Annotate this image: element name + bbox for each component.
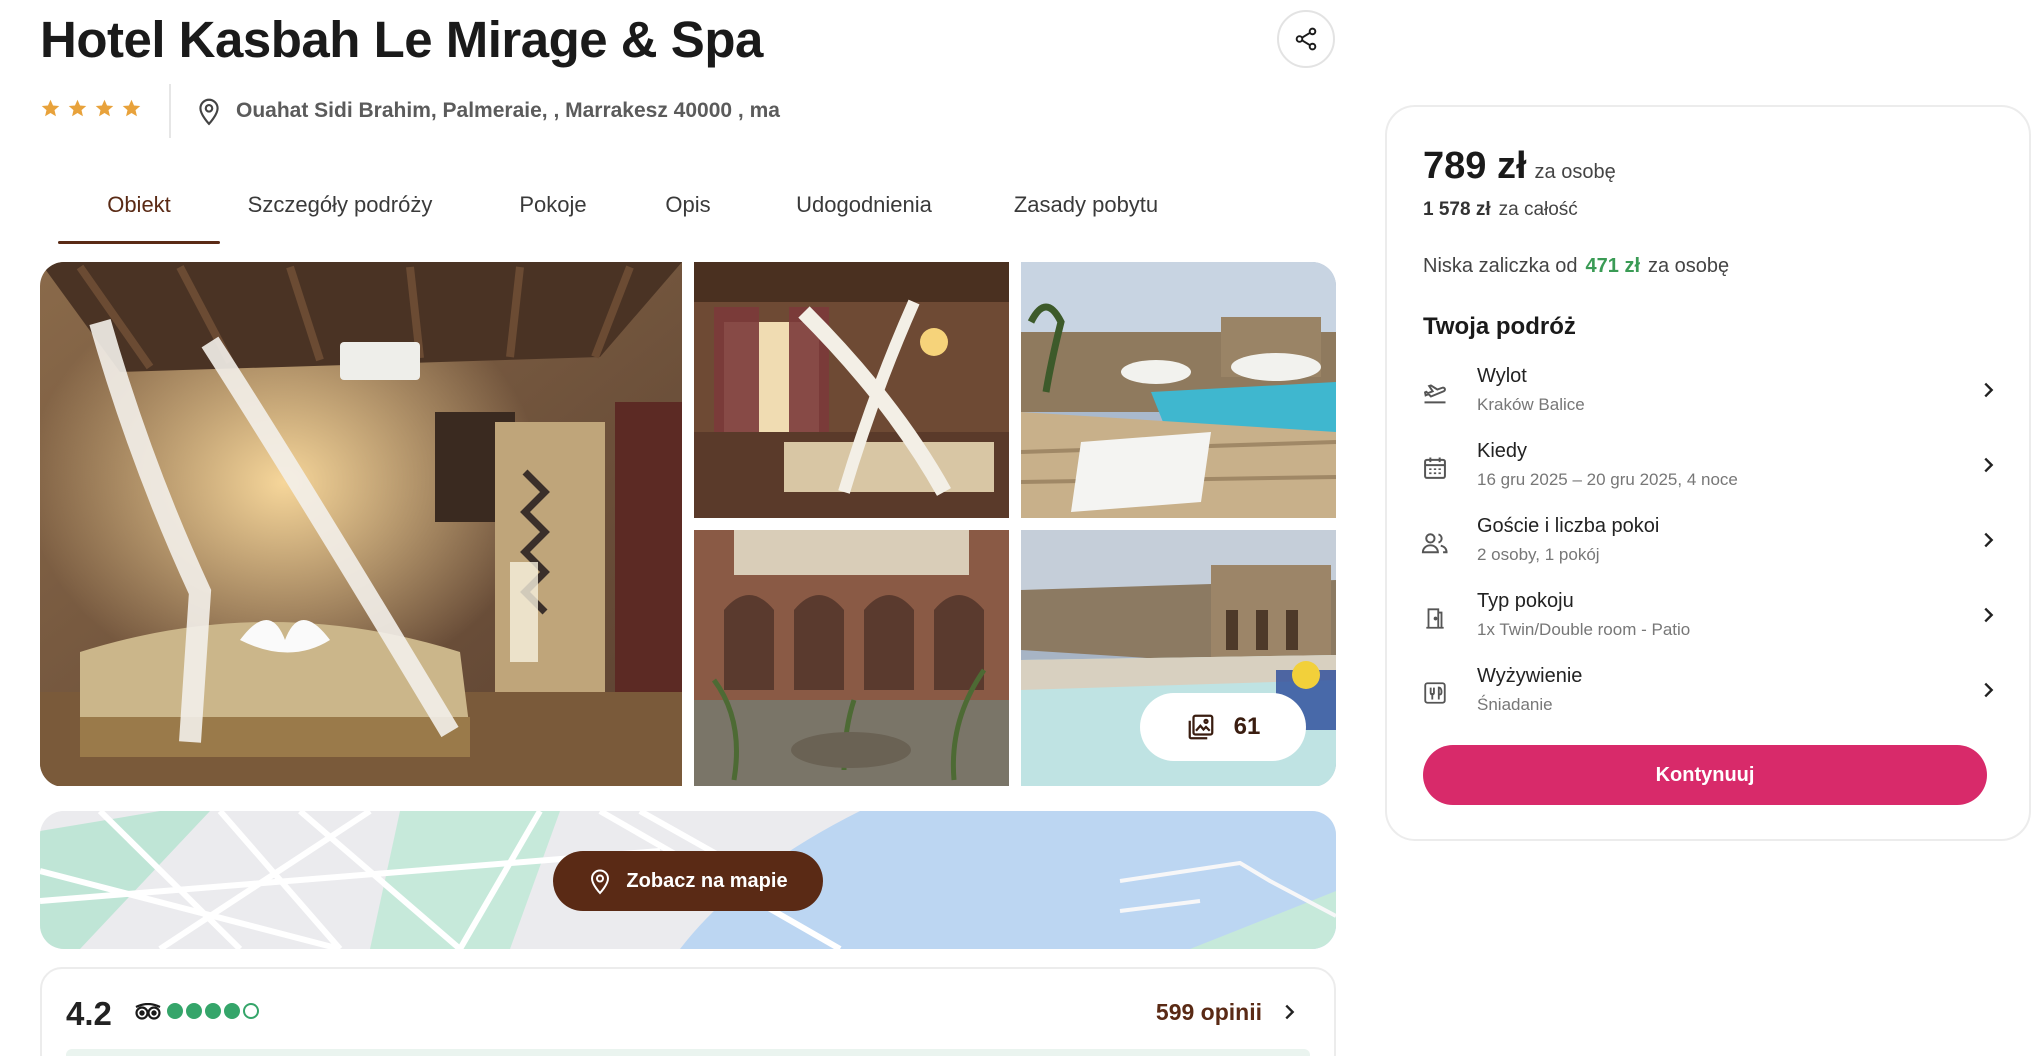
location-pin-icon <box>199 98 219 126</box>
trip-item-value: 1x Twin/Double room - Patio <box>1477 620 1691 639</box>
hotel-address: Ouahat Sidi Brahim, Palmeraie, , Marrake… <box>236 99 780 122</box>
gallery-photo-4[interactable] <box>694 530 1009 786</box>
trip-item-label: Wyżywienie <box>1477 665 1583 687</box>
deposit-prefix: Niska zaliczka od <box>1423 255 1578 277</box>
tripadvisor-owl-icon <box>135 1003 161 1020</box>
chevron-right-icon <box>1984 682 1994 698</box>
hotel-location: Ouahat Sidi Brahim, Palmeraie, , Marrake… <box>196 96 780 126</box>
trip-item-room-type[interactable]: Typ pokoju 1x Twin/Double room - Patio <box>1413 582 2013 657</box>
star-icon <box>95 99 114 117</box>
star-icon <box>122 99 141 117</box>
trip-item-dates[interactable]: Kiedy 16 gru 2025 – 20 gru 2025, 4 noce <box>1413 432 2013 507</box>
meal-icon <box>1424 682 1446 704</box>
gallery-photo-2[interactable] <box>694 262 1009 518</box>
trip-item-value: 16 gru 2025 – 20 gru 2025, 4 noce <box>1477 470 1738 489</box>
photo-gallery: 61 <box>40 262 1336 787</box>
chevron-right-icon <box>1984 607 1994 623</box>
people-icon <box>1421 533 1448 554</box>
deposit-suffix: za osobę <box>1648 255 1730 277</box>
trip-item-guests[interactable]: Goście i liczba pokoi 2 osoby, 1 pokój <box>1413 507 2013 582</box>
show-on-map-label: Zobacz na mapie <box>626 869 788 892</box>
trip-item-meal-plan[interactable]: Wyżywienie Śniadanie <box>1413 657 2013 732</box>
star-icon <box>68 99 87 117</box>
share-button[interactable] <box>1277 10 1335 68</box>
tab-obiekt[interactable]: Obiekt <box>58 180 220 244</box>
tab-udogodnienia[interactable]: Udogodnienia <box>774 180 954 244</box>
section-tabs: Obiekt Szczegóły podróży Pokoje Opis Udo… <box>58 180 1176 244</box>
photo-count-button[interactable]: 61 <box>1140 693 1306 761</box>
location-pin-icon <box>591 869 610 895</box>
tab-pokoje[interactable]: Pokoje <box>498 180 608 244</box>
price-per-person: 789 zł <box>1423 145 1527 187</box>
photo-count: 61 <box>1233 713 1261 740</box>
share-icon <box>1295 27 1317 51</box>
gallery-photo-3[interactable] <box>1021 262 1336 518</box>
booking-panel: 789 zł za osobę 1 578 zł za całość Niska… <box>1385 105 2031 841</box>
trip-item-label: Wylot <box>1477 365 1527 387</box>
trip-item-label: Kiedy <box>1477 440 1528 462</box>
rating-bubbles <box>167 1003 259 1019</box>
review-rating: 4.2 <box>66 995 112 1032</box>
trip-item-value: Kraków Balice <box>1477 395 1585 414</box>
star-icon <box>41 99 60 117</box>
plane-departure-icon <box>1423 384 1446 404</box>
door-icon <box>1426 608 1444 629</box>
rating-bubble-empty <box>243 1003 259 1019</box>
header-divider <box>169 84 171 138</box>
photo-stack-icon <box>1188 714 1214 740</box>
trip-details-list: Wylot Kraków Balice Kiedy 16 gru 2025 – … <box>1413 357 2013 732</box>
show-on-map-button[interactable]: Zobacz na mapie <box>553 851 823 911</box>
chevron-right-icon <box>1984 382 1994 398</box>
chevron-right-icon <box>1984 532 1994 548</box>
tab-opis[interactable]: Opis <box>648 180 728 244</box>
trip-item-label: Typ pokoju <box>1477 590 1574 612</box>
deposit-amount: 471 zł <box>1585 255 1640 277</box>
hotel-star-rating <box>40 98 142 119</box>
rating-bubble-filled <box>167 1003 183 1019</box>
tab-szczegoly-podrozy[interactable]: Szczegóły podróży <box>220 180 460 244</box>
rating-bubble-filled <box>224 1003 240 1019</box>
trip-item-value: 2 osoby, 1 pokój <box>1477 545 1600 564</box>
hotel-title: Hotel Kasbah Le Mirage & Spa <box>40 11 763 68</box>
chevron-right-icon <box>1285 1004 1295 1020</box>
gallery-photo-main[interactable] <box>40 262 682 786</box>
chevron-right-icon <box>1984 457 1994 473</box>
price-per-label: za osobę <box>1534 161 1616 183</box>
review-count-link[interactable]: 599 opinii <box>1156 999 1262 1026</box>
gallery-photo-5[interactable]: 61 <box>1021 530 1336 786</box>
reviews-summary[interactable]: 4.2 599 opinii <box>40 967 1336 1056</box>
trip-item-value: Śniadanie <box>1477 695 1553 714</box>
reviews-bar <box>66 1049 1310 1056</box>
map-preview[interactable]: Zobacz na mapie <box>40 811 1336 949</box>
calendar-icon <box>1424 457 1446 479</box>
rating-bubble-filled <box>205 1003 221 1019</box>
tab-zasady-pobytu[interactable]: Zasady pobytu <box>996 180 1176 244</box>
continue-button[interactable]: Kontynuuj <box>1423 745 1987 805</box>
total-price-label: za całość <box>1498 199 1578 220</box>
trip-item-label: Goście i liczba pokoi <box>1477 515 1660 537</box>
rating-bubble-filled <box>186 1003 202 1019</box>
trip-title: Twoja podróż <box>1423 313 1576 340</box>
total-price: 1 578 zł <box>1423 199 1491 220</box>
deposit-info: Niska zaliczka od 471 zł za osobę <box>1423 255 1729 278</box>
trip-item-departure[interactable]: Wylot Kraków Balice <box>1413 357 2013 432</box>
